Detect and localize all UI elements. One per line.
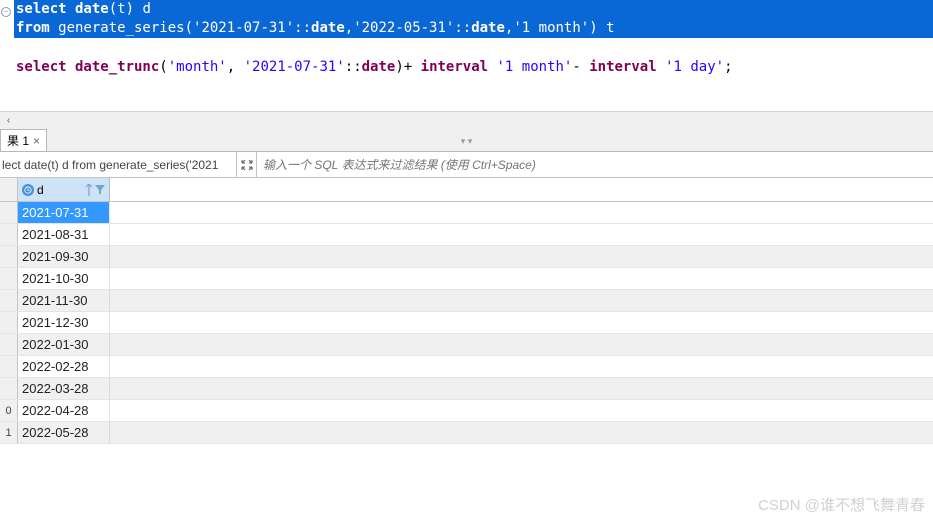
row-number[interactable]: 1 — [0, 422, 18, 443]
table-row[interactable]: 2021-12-30 — [0, 312, 933, 334]
cell-d[interactable]: 2022-01-30 — [18, 334, 110, 355]
cell-d[interactable]: 2021-11-30 — [18, 290, 110, 311]
row-number[interactable] — [0, 268, 18, 289]
filter-icon[interactable] — [95, 184, 105, 196]
table-row[interactable]: 2021-09-30 — [0, 246, 933, 268]
row-number[interactable] — [0, 224, 18, 245]
sort-icon[interactable] — [84, 184, 94, 196]
cell-d[interactable]: 2021-08-31 — [18, 224, 110, 245]
scroll-left-icon[interactable]: ‹ — [0, 112, 17, 129]
sql-line-2[interactable]: from generate_series('2021-07-31'::date,… — [14, 19, 933, 38]
table-row[interactable]: 2021-07-31 — [0, 202, 933, 224]
column-name: d — [37, 183, 44, 197]
filter-bar: lect date(t) d from generate_series('202… — [0, 152, 933, 178]
row-number[interactable] — [0, 334, 18, 355]
fold-icon[interactable]: − — [1, 7, 11, 17]
cell-d[interactable]: 2021-09-30 — [18, 246, 110, 267]
table-row[interactable]: 2022-02-28 — [0, 356, 933, 378]
editor-hscrollbar[interactable]: ‹ — [0, 111, 933, 128]
results-grid: d 2021-07-312021-08-312021-09-302021-10-… — [0, 178, 933, 444]
row-number[interactable] — [0, 356, 18, 377]
grid-header-row: d — [0, 178, 933, 202]
close-icon[interactable]: × — [33, 134, 40, 148]
row-number[interactable] — [0, 290, 18, 311]
row-number[interactable] — [0, 202, 18, 223]
row-number[interactable] — [0, 378, 18, 399]
table-row[interactable]: 2021-10-30 — [0, 268, 933, 290]
row-number[interactable]: 0 — [0, 400, 18, 421]
table-row[interactable]: 12022-05-28 — [0, 422, 933, 444]
sql-line-3[interactable]: select date_trunc('month', '2021-07-31':… — [14, 58, 933, 77]
filter-input[interactable] — [257, 152, 933, 177]
expand-icon[interactable] — [237, 152, 257, 177]
clock-icon — [22, 184, 34, 196]
cell-d[interactable]: 2022-05-28 — [18, 422, 110, 443]
cell-d[interactable]: 2022-02-28 — [18, 356, 110, 377]
row-number-header[interactable] — [0, 178, 18, 201]
table-row[interactable]: 02022-04-28 — [0, 400, 933, 422]
table-row[interactable]: 2021-08-31 — [0, 224, 933, 246]
table-row[interactable]: 2021-11-30 — [0, 290, 933, 312]
query-preview: lect date(t) d from generate_series('202… — [0, 152, 237, 177]
cell-d[interactable]: 2022-04-28 — [18, 400, 110, 421]
tab-label: 果 1 — [7, 132, 29, 149]
watermark: CSDN @谁不想飞舞青春 — [758, 494, 925, 515]
cell-d[interactable]: 2021-07-31 — [18, 202, 110, 223]
column-header-d[interactable]: d — [18, 178, 110, 201]
row-number[interactable] — [0, 312, 18, 333]
cell-d[interactable]: 2021-12-30 — [18, 312, 110, 333]
table-row[interactable]: 2022-01-30 — [0, 334, 933, 356]
sql-editor[interactable]: − select date(t) d from generate_series(… — [0, 0, 933, 111]
pane-drag-handle-icon[interactable]: ▾ ▾ — [447, 136, 487, 142]
tab-result-1[interactable]: 果 1 × — [0, 129, 47, 151]
sql-line-1[interactable]: select date(t) d — [14, 0, 933, 19]
cell-d[interactable]: 2022-03-28 — [18, 378, 110, 399]
cell-d[interactable]: 2021-10-30 — [18, 268, 110, 289]
table-row[interactable]: 2022-03-28 — [0, 378, 933, 400]
row-number[interactable] — [0, 246, 18, 267]
